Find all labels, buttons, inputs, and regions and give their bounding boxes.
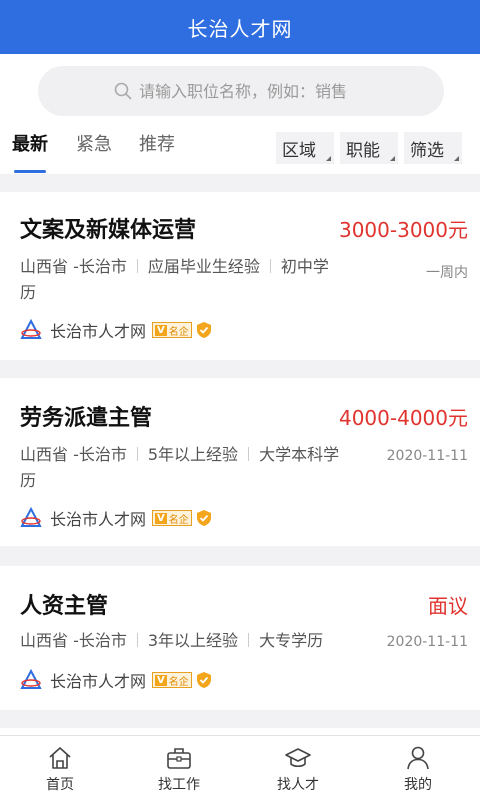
app-title: 长治人才网 — [187, 16, 293, 41]
company-logo-icon — [20, 507, 42, 527]
job-title: 文案及新媒体运营 — [20, 218, 197, 243]
tab-urgent[interactable]: 紧急 — [76, 130, 112, 156]
filter-function[interactable]: 职能 — [340, 132, 398, 164]
verified-enterprise-badge: V 名企 — [152, 510, 192, 526]
job-education: 初中学 — [280, 257, 329, 276]
user-icon — [407, 746, 429, 770]
job-card[interactable]: 人资主管 面议 山西省 -长治市 3年以上经验 大专学历 2020-11-11 长治… — [0, 566, 480, 710]
shield-check-icon — [196, 322, 211, 338]
app-bar: 长治人才网 — [0, 0, 480, 54]
nav-find-talent-label: 找人才 — [277, 777, 319, 793]
job-date: 2020-11-11 — [386, 634, 468, 650]
active-tab-indicator — [14, 170, 46, 173]
job-education: 大专学历 — [259, 631, 324, 650]
job-date: 2020-11-11 — [386, 448, 468, 464]
verified-enterprise-badge: V 名企 — [152, 322, 192, 338]
job-title: 劳务派遣主管 — [20, 406, 153, 431]
nav-find-job[interactable]: 找工作 — [139, 744, 219, 794]
job-location: 山西省 -长治市 — [20, 445, 127, 464]
filter-screen[interactable]: 筛选 — [404, 132, 462, 164]
job-education-cont: 历 — [20, 471, 37, 490]
dropdown-corner-icon — [326, 156, 331, 161]
job-title: 人资主管 — [20, 594, 109, 619]
job-experience: 应届毕业生经验 — [147, 257, 260, 276]
nav-find-talent[interactable]: 找人才 — [258, 744, 338, 794]
nav-mine[interactable]: 我的 — [378, 744, 458, 794]
company-name: 长治市人才网 — [50, 322, 147, 341]
job-salary: 面议 — [428, 594, 468, 618]
company-logo-icon — [20, 319, 42, 339]
company-row: 长治市人才网 V 名企 — [20, 668, 212, 692]
job-experience: 5年以上经验 — [147, 445, 239, 464]
dropdown-corner-icon — [454, 156, 459, 161]
job-education: 大学本科学 — [259, 445, 340, 464]
job-card-partial — [0, 728, 480, 735]
job-card[interactable]: 劳务派遣主管 4000-4000元 山西省 -长治市 5年以上经验 大学本科学历 2… — [0, 378, 480, 546]
job-meta: 山西省 -长治市 3年以上经验 大专学历 — [20, 628, 370, 654]
company-name: 长治市人才网 — [50, 672, 147, 691]
tab-latest[interactable]: 最新 — [12, 130, 48, 156]
briefcase-icon — [167, 748, 191, 769]
filter-screen-label: 筛选 — [410, 140, 444, 161]
job-card[interactable]: 文案及新媒体运营 3000-3000元 山西省 -长治市 应届毕业生经验 初中学历 … — [0, 192, 480, 360]
filter-region-label: 区域 — [282, 140, 316, 161]
job-location: 山西省 -长治市 — [20, 257, 127, 276]
company-row: 长治市人才网 V 名企 — [20, 506, 212, 530]
company-logo-icon — [20, 669, 42, 689]
job-location: 山西省 -长治市 — [20, 631, 127, 650]
tab-recommended[interactable]: 推荐 — [139, 130, 175, 156]
search-input[interactable] — [139, 81, 369, 101]
shield-check-icon — [196, 672, 211, 688]
filter-function-label: 职能 — [346, 140, 380, 161]
home-icon — [49, 747, 71, 769]
job-meta: 山西省 -长治市 5年以上经验 大学本科学历 — [20, 442, 370, 494]
nav-home[interactable]: 首页 — [20, 744, 100, 794]
nav-mine-label: 我的 — [404, 777, 432, 793]
dropdown-corner-icon — [390, 156, 395, 161]
job-meta: 山西省 -长治市 应届毕业生经验 初中学历 — [20, 254, 370, 306]
verified-enterprise-badge: V 名企 — [152, 672, 192, 688]
search-section — [0, 54, 480, 118]
graduation-cap-icon — [285, 748, 311, 768]
tab-bar: 最新 紧急 推荐 区域 职能 筛选 — [0, 118, 480, 174]
job-salary: 4000-4000元 — [338, 406, 468, 430]
company-name: 长治市人才网 — [50, 510, 147, 529]
job-salary: 3000-3000元 — [338, 218, 468, 242]
filter-region[interactable]: 区域 — [276, 132, 334, 164]
nav-home-label: 首页 — [46, 777, 74, 793]
bottom-nav: 首页 找工作 找人才 我的 — [0, 735, 480, 800]
job-date: 一周内 — [426, 265, 468, 281]
search-icon — [114, 82, 132, 100]
search-bar[interactable] — [38, 66, 444, 116]
company-row: 长治市人才网 V 名企 — [20, 318, 212, 342]
nav-find-job-label: 找工作 — [158, 777, 200, 793]
shield-check-icon — [196, 510, 211, 526]
job-education-cont: 历 — [20, 283, 37, 302]
job-experience: 3年以上经验 — [147, 631, 239, 650]
